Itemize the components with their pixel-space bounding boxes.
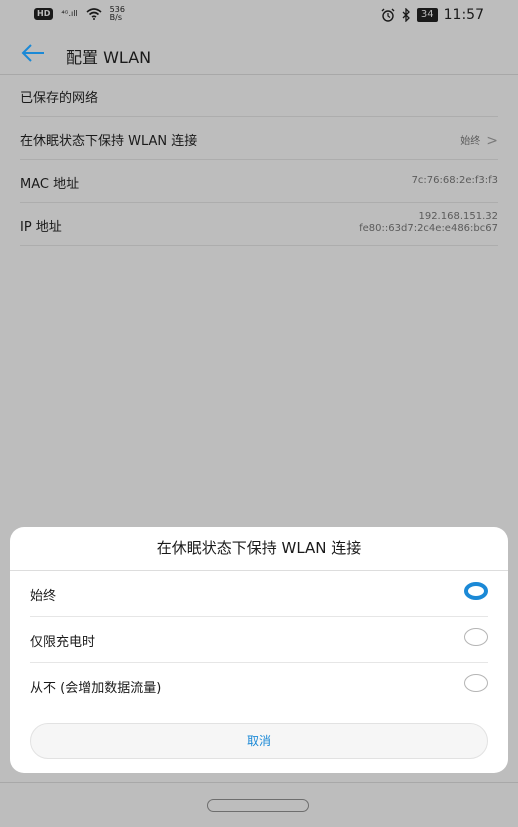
hd-badge: HD (34, 8, 54, 20)
back-arrow-icon[interactable] (20, 42, 46, 64)
app-bar: 配置 WLAN (0, 32, 518, 75)
wifi-icon (86, 8, 102, 20)
saved-networks-label: 已保存的网络 (20, 91, 99, 106)
radio-unselected-icon[interactable] (464, 628, 488, 646)
clock: 11:57 (443, 7, 484, 23)
alarm-icon (381, 8, 395, 22)
ip-address-row: IP 地址 192.168.151.32 fe80::63d7:2c4e:e48… (20, 203, 498, 246)
ipv4-value: 192.168.151.32 (418, 211, 498, 222)
home-gesture-bar[interactable] (207, 799, 309, 812)
settings-list: 已保存的网络 在休眠状态下保持 WLAN 连接 始终 > MAC 地址 7c:76… (20, 74, 498, 246)
speed-unit: B/s (109, 13, 123, 22)
dialog-title: 在休眠状态下保持 WLAN 连接 (10, 527, 508, 571)
sleep-keep-wlan-value: 始终 (460, 136, 481, 147)
battery-icon: 34 (416, 8, 438, 22)
sleep-keep-wlan-value-wrap: 始终 > (460, 132, 498, 149)
chevron-right-icon: > (486, 133, 498, 149)
sleep-keep-wlan-label: 在休眠状态下保持 WLAN 连接 (20, 134, 198, 149)
status-right: 34 11:57 (381, 7, 484, 23)
radio-selected-icon[interactable] (464, 582, 488, 600)
option-charging-only-label: 仅限充电时 (30, 635, 96, 650)
ip-address-values: 192.168.151.32 fe80::63d7:2c4e:e486:bc67 (359, 211, 498, 235)
network-speed: 536 B/s (110, 6, 125, 22)
mac-address-value: 7c:76:68:2e:f3:f3 (411, 175, 498, 186)
status-left: HD ⁴ᴳ.ıll 536 B/s (34, 6, 125, 22)
navigation-bar (0, 782, 518, 827)
saved-networks-row[interactable]: 已保存的网络 (20, 74, 498, 117)
status-bar: HD ⁴ᴳ.ıll 536 B/s 34 11:57 (0, 0, 518, 32)
mac-address-row: MAC 地址 7c:76:68:2e:f3:f3 (20, 160, 498, 203)
option-never[interactable]: 从不 (会增加数据流量) (30, 663, 488, 708)
sleep-policy-dialog: 在休眠状态下保持 WLAN 连接 始终 仅限充电时 从不 (会增加数据流量) 取… (10, 527, 508, 773)
option-never-label: 从不 (会增加数据流量) (30, 681, 162, 696)
sleep-keep-wlan-row[interactable]: 在休眠状态下保持 WLAN 连接 始终 > (20, 117, 498, 160)
radio-unselected-icon[interactable] (464, 674, 488, 692)
bluetooth-icon (402, 8, 410, 22)
option-always-label: 始终 (30, 589, 57, 604)
signal-icon: ⁴ᴳ.ıll (61, 9, 78, 18)
option-charging-only[interactable]: 仅限充电时 (30, 617, 488, 663)
cancel-button[interactable]: 取消 (30, 723, 488, 759)
option-always[interactable]: 始终 (30, 571, 488, 617)
ipv6-value: fe80::63d7:2c4e:e486:bc67 (359, 223, 498, 234)
page-title: 配置 WLAN (66, 48, 152, 67)
ip-address-label: IP 地址 (20, 220, 62, 235)
mac-address-label: MAC 地址 (20, 177, 80, 192)
